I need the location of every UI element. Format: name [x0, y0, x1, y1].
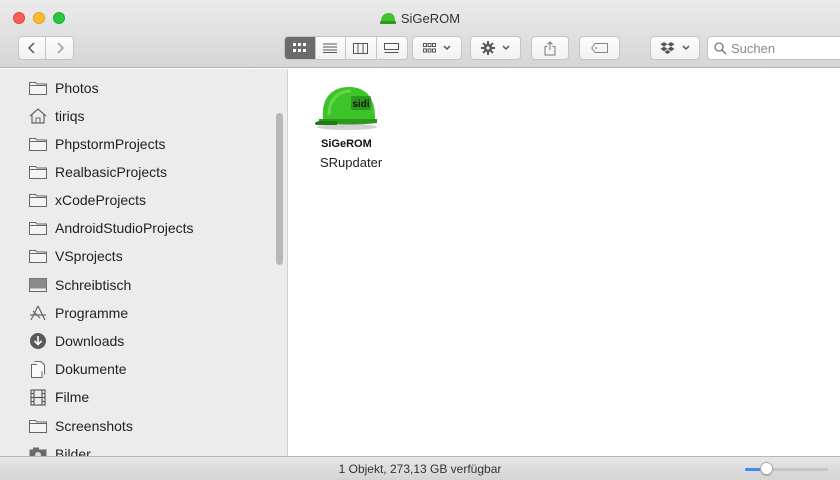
search-placeholder: Suchen [731, 40, 776, 56]
window-title: SiGeROM [0, 11, 840, 28]
sidebar-item-filme[interactable]: Filme [0, 383, 287, 411]
chevron-down-icon [501, 45, 510, 51]
window-titlebar: SiGeROM Suchen [0, 0, 840, 68]
sidebar-item-label: RealbasicProjects [55, 164, 168, 180]
desktop-icon [28, 276, 48, 294]
chevron-left-icon [28, 42, 35, 54]
group-by-button[interactable] [412, 36, 462, 60]
sidebar-item-downloads[interactable]: Downloads [0, 327, 287, 355]
file-item-label: SiGeROM [321, 138, 372, 150]
chevron-down-icon [442, 45, 451, 51]
sidebar-scrollbar[interactable] [276, 113, 283, 265]
file-browser-area: sidi SiGeROM [289, 69, 840, 456]
sidebar-item-label: VSprojects [55, 248, 123, 264]
folder-icon [28, 247, 48, 265]
action-menu-button[interactable] [470, 36, 521, 60]
sidebar-item-label: Photos [55, 80, 99, 96]
file-item-sigerom[interactable]: sidi SiGeROM [311, 79, 381, 150]
folder-icon [28, 191, 48, 209]
helmet-text: sidi [352, 99, 369, 110]
folder-icon [28, 163, 48, 181]
search-field[interactable]: Suchen [707, 36, 840, 60]
movies-icon [28, 388, 48, 406]
share-icon [544, 40, 556, 55]
sidebar-item-label: Filme [55, 389, 90, 405]
share-button[interactable] [531, 36, 569, 60]
folder-icon [28, 135, 48, 153]
list-view-button[interactable] [316, 37, 346, 59]
dropbox-icon [660, 41, 674, 54]
sidebar: Photos tiriqs PhpstormProjects Realbasic… [0, 69, 288, 456]
applications-icon [28, 304, 48, 322]
grid-icon [422, 43, 436, 53]
nav-buttons [18, 36, 74, 60]
sidebar-item-realbasicprojects[interactable]: RealbasicProjects [0, 158, 287, 186]
file-name[interactable]: SRupdater [320, 155, 382, 170]
icon-size-slider[interactable] [745, 468, 828, 471]
sidebar-item-label: Dokumente [55, 361, 127, 377]
gallery-view-button[interactable] [377, 37, 407, 59]
cover-flow-icon [384, 42, 400, 53]
sidebar-item-label: Schreibtisch [55, 277, 132, 293]
folder-icon [28, 79, 48, 97]
window-title-text: SiGeROM [400, 11, 461, 26]
tag-icon [590, 43, 608, 53]
sidebar-item-label: Bilder [55, 446, 91, 456]
slider-knob[interactable] [760, 462, 773, 475]
gear-icon [480, 41, 495, 55]
sidebar-item-schreibtisch[interactable]: Schreibtisch [0, 271, 287, 299]
sidebar-item-programme[interactable]: Programme [0, 299, 287, 327]
helmet-icon [379, 12, 396, 28]
sidebar-item-label: xCodeProjects [55, 192, 147, 208]
sidebar-item-label: PhpstormProjects [55, 136, 166, 152]
view-mode-control [284, 36, 408, 60]
documents-icon [28, 360, 48, 378]
forward-button[interactable] [46, 37, 73, 59]
back-button[interactable] [19, 37, 46, 59]
search-icon [714, 41, 727, 55]
sidebar-item-screenshots[interactable]: Screenshots [0, 412, 287, 440]
sidebar-item-label: tiriqs [55, 108, 85, 124]
chevron-down-icon [681, 45, 690, 51]
home-icon [28, 107, 48, 125]
sidebar-item-photos[interactable]: Photos [0, 74, 287, 102]
columns-icon [353, 42, 369, 54]
sidebar-item-label: Screenshots [55, 418, 133, 434]
sidebar-item-bilder[interactable]: Bilder [0, 440, 287, 456]
folder-icon [28, 219, 48, 237]
sidebar-item-xcodeprojects[interactable]: xCodeProjects [0, 186, 287, 214]
sidebar-item-label: Programme [55, 305, 129, 321]
downloads-icon [28, 332, 48, 350]
sidebar-item-androidstudioprojects[interactable]: AndroidStudioProjects [0, 214, 287, 242]
sidebar-item-label: AndroidStudioProjects [55, 220, 194, 236]
sidebar-item-phpstormprojects[interactable]: PhpstormProjects [0, 130, 287, 158]
status-text: 1 Objekt, 273,13 GB verfügbar [338, 462, 502, 476]
sidebar-item-tiriqs[interactable]: tiriqs [0, 102, 287, 130]
tag-button[interactable] [579, 36, 620, 60]
sidebar-item-label: Downloads [55, 333, 125, 349]
helmet-icon: sidi [314, 87, 377, 130]
sidebar-item-vsprojects[interactable]: VSprojects [0, 242, 287, 270]
folder-icon [28, 417, 48, 435]
pictures-icon [28, 445, 48, 456]
column-view-button[interactable] [346, 37, 377, 59]
sidebar-item-dokumente[interactable]: Dokumente [0, 355, 287, 383]
dropbox-button[interactable] [650, 36, 700, 60]
chevron-right-icon [56, 42, 64, 54]
list-icon [323, 43, 338, 53]
grid-icon [293, 43, 307, 52]
icon-view-button[interactable] [285, 37, 316, 59]
status-bar: 1 Objekt, 273,13 GB verfügbar [0, 456, 840, 480]
